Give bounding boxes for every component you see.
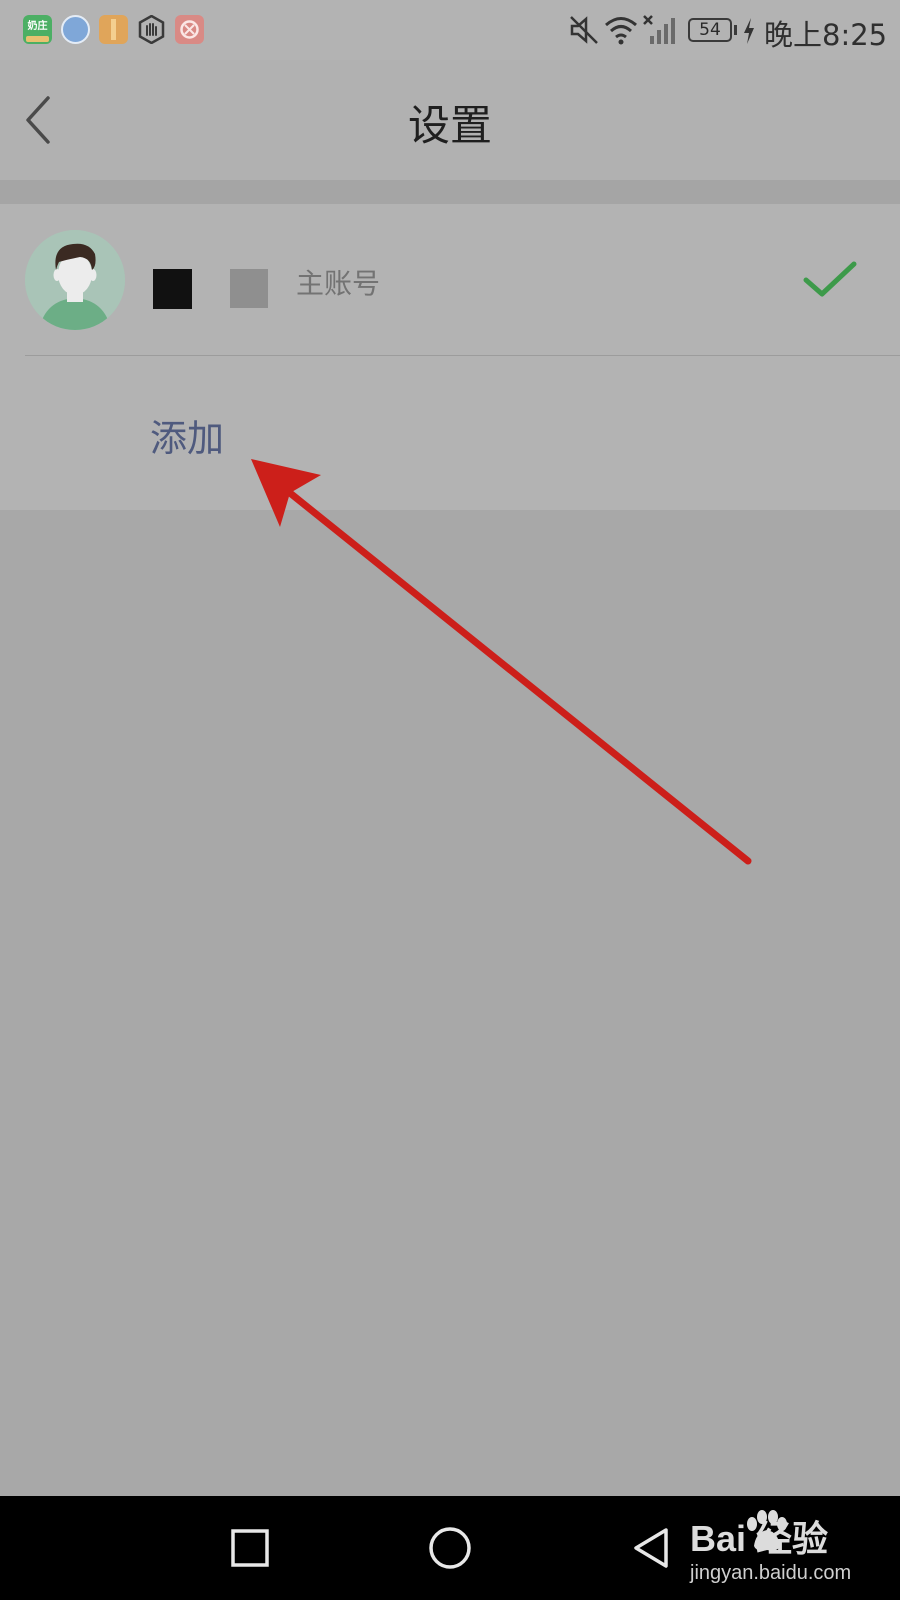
account-list: 主账号 添加 [0,204,900,510]
battery-indicator: 54 [688,18,732,42]
charging-icon [744,18,754,44]
package-app-icon [99,15,128,44]
add-account-button[interactable]: 添加 [150,408,224,462]
back-nav-button[interactable] [630,1526,672,1570]
section-gap [0,180,900,204]
avatar [25,230,125,330]
recent-apps-button[interactable] [230,1528,270,1568]
battery-tip [734,25,737,35]
wifi-icon [605,17,637,45]
globe-app-icon [61,15,90,44]
app-notification-icon-label: 奶庄 [27,21,48,32]
signal-none-icon [643,15,675,44]
app-header: 设置 [0,60,900,180]
check-icon [803,261,857,297]
account-row-main[interactable]: 主账号 [0,204,900,356]
watermark-brand: Bai 经验 [690,1518,829,1559]
app-notification-icon: 奶庄 [23,15,52,44]
status-time: 晚上8:25 [764,18,888,52]
watermark-url: jingyan.baidu.com [690,1562,852,1584]
page-title: 设置 [407,101,492,150]
system-nav-bar: Bai 经验 jingyan.baidu.com [0,1496,900,1600]
redacted-name-block [230,269,268,308]
baidu-jingyan-watermark: Bai 经验 jingyan.baidu.com [690,1510,890,1596]
red-app-icon [175,15,204,44]
row-divider [25,355,900,356]
hand-stop-icon [137,14,166,45]
home-button[interactable] [428,1526,472,1570]
account-type-label: 主账号 [296,267,381,300]
status-bar: 奶庄 54 晚上8:25 [0,0,900,60]
redacted-name-block [153,269,192,309]
mute-icon [570,16,598,44]
user-avatar-icon [25,230,125,330]
